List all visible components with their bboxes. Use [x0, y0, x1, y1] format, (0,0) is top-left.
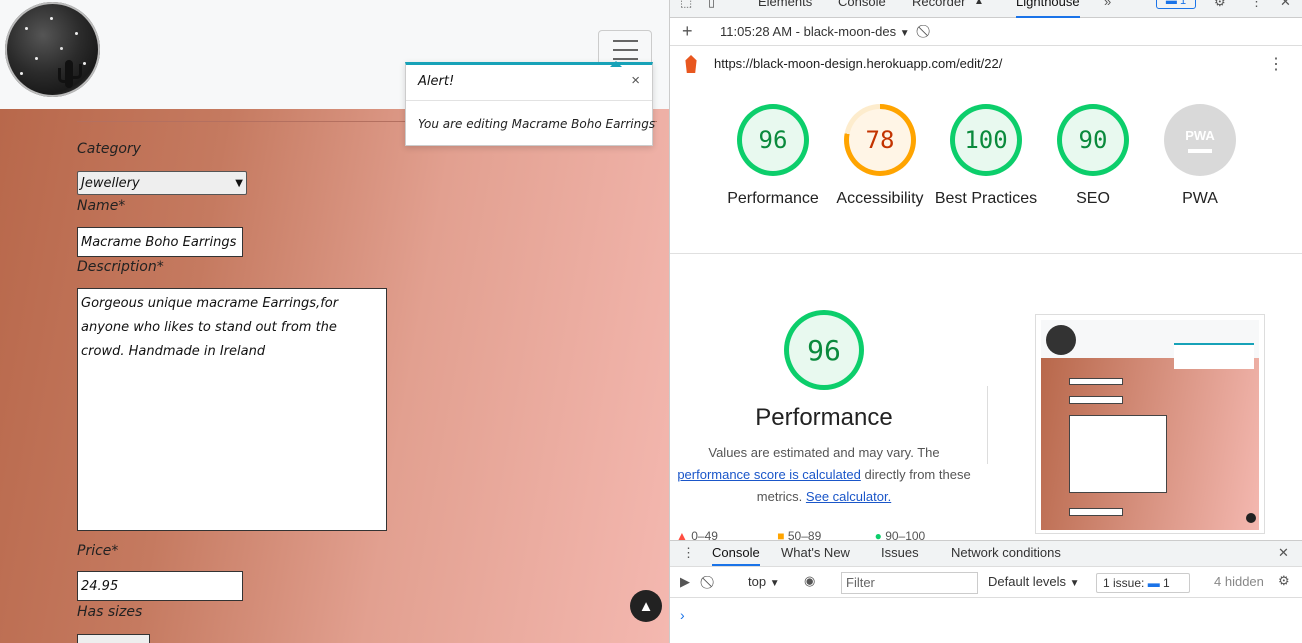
dropdown-arrow-icon: ▼: [899, 28, 910, 39]
scroll-to-top-button[interactable]: ▲: [630, 590, 662, 622]
alert-popover: Alert! × You are editing Macrame Boho Ea…: [405, 61, 656, 146]
more-tabs-icon[interactable]: »: [1104, 0, 1111, 18]
gauge-performance[interactable]: 96 Performance: [718, 104, 828, 210]
issues-badge[interactable]: ▬ 1: [1156, 0, 1196, 9]
devtools-tabbar: ⬚ ▯ Elements Console Recorder ▲ Lighthou…: [670, 0, 1302, 18]
name-label: Name*: [77, 198, 126, 214]
chevron-up-icon: ▲: [638, 597, 654, 615]
drawer-menu-icon[interactable]: ⋮: [682, 545, 695, 561]
category-select[interactable]: Jewellery ▼: [77, 171, 247, 195]
console-toolbar: ▶ ⃠ top ▼ ◉ Filter Default levels ▼ 1 is…: [670, 568, 1302, 598]
more-options-icon[interactable]: ⋮: [1250, 0, 1263, 18]
close-drawer-icon[interactable]: ✕: [1278, 545, 1289, 561]
price-label: Price*: [77, 543, 119, 559]
has-sizes-label: Has sizes: [77, 604, 143, 620]
plus-icon[interactable]: +: [682, 21, 693, 42]
tab-lighthouse[interactable]: Lighthouse: [1016, 0, 1080, 18]
name-input[interactable]: Macrame Boho Earrings: [77, 227, 243, 257]
tab-elements[interactable]: Elements: [758, 0, 812, 18]
score-gauges: 96 Performance 78 Accessibility 100 Best…: [670, 82, 1302, 254]
price-input[interactable]: 24.95: [77, 571, 243, 601]
gauge-seo[interactable]: 90 SEO: [1038, 104, 1148, 210]
edit-product-form: Category Jewellery ▼ Name* Macrame Boho …: [0, 109, 669, 643]
performance-title: Performance: [755, 404, 893, 431]
device-toolbar-icon[interactable]: ▯: [708, 0, 715, 18]
hamburger-icon: [613, 40, 638, 42]
audited-url-bar: https://black-moon-design.herokuapp.com/…: [670, 46, 1302, 82]
close-icon[interactable]: ✕: [1280, 0, 1291, 18]
gauge-accessibility[interactable]: 78 Accessibility: [825, 104, 935, 210]
sidebar-toggle-icon[interactable]: ▶: [680, 574, 690, 590]
gear-icon[interactable]: ⚙: [1214, 0, 1226, 18]
score-calculated-link[interactable]: performance score is calculated: [677, 467, 861, 482]
gauge-best-practices[interactable]: 100 Best Practices: [931, 104, 1041, 210]
drawer-tabbar: ⋮ Console What's New Issues Network cond…: [670, 541, 1302, 567]
console-settings-icon[interactable]: ⚙: [1278, 573, 1290, 589]
report-menu-icon[interactable]: ⋮: [1268, 54, 1284, 74]
inspect-element-icon[interactable]: ⬚: [680, 0, 692, 18]
drawer-tab-whats-new[interactable]: What's New: [781, 545, 850, 560]
site-logo[interactable]: [5, 2, 100, 97]
flask-icon: ▲: [974, 0, 984, 7]
chevron-down-icon: ▼: [235, 177, 243, 189]
drawer-tab-issues[interactable]: Issues: [881, 545, 919, 560]
see-calculator-link[interactable]: See calculator.: [806, 489, 891, 504]
lighthouse-toolbar: + 11:05:28 AM - black-moon-des ▼ ⃠: [670, 18, 1302, 46]
description-label: Description*: [77, 259, 164, 275]
console-drawer: ⋮ Console What's New Issues Network cond…: [670, 540, 1302, 643]
context-selector[interactable]: top ▼: [748, 574, 780, 589]
console-prompt[interactable]: ›: [680, 607, 685, 623]
cactus-icon: [58, 60, 82, 88]
alert-title: Alert!: [418, 74, 455, 89]
performance-gauge-large: 96: [784, 310, 864, 390]
log-levels-dropdown[interactable]: Default levels ▼: [988, 574, 1080, 589]
message-icon: ▬: [1147, 576, 1160, 590]
report-selector[interactable]: 11:05:28 AM - black-moon-des ▼: [720, 24, 910, 39]
performance-section: 96 Performance Values are estimated and …: [670, 254, 1302, 543]
alert-message: You are editing Macrame Boho Earrings: [418, 117, 656, 131]
audited-url: https://black-moon-design.herokuapp.com/…: [714, 56, 1003, 71]
website-viewport: Category Jewellery ▼ Name* Macrame Boho …: [0, 0, 669, 643]
has-sizes-select[interactable]: [77, 634, 150, 643]
lighthouse-icon: [685, 55, 697, 73]
dropdown-arrow-icon: ▼: [769, 578, 780, 589]
alert-close-button[interactable]: ×: [631, 72, 640, 89]
tab-console[interactable]: Console: [838, 0, 886, 18]
gauge-pwa[interactable]: PWA PWA: [1145, 104, 1255, 210]
drawer-tab-network-conditions[interactable]: Network conditions: [951, 545, 1061, 560]
issues-button[interactable]: 1 issue: ▬ 1: [1096, 573, 1190, 593]
final-screenshot-thumbnail[interactable]: [1035, 314, 1265, 534]
description-textarea[interactable]: Gorgeous unique macrame Earrings,for any…: [77, 288, 387, 531]
drawer-tab-console[interactable]: Console: [712, 545, 760, 566]
tab-recorder[interactable]: Recorder: [912, 0, 965, 18]
pwa-badge-icon: PWA: [1169, 109, 1231, 171]
hidden-count: 4 hidden: [1214, 574, 1264, 589]
console-filter-input[interactable]: Filter: [841, 572, 978, 594]
eye-icon[interactable]: ◉: [804, 573, 815, 589]
category-label: Category: [77, 141, 141, 157]
devtools-panel: ⬚ ▯ Elements Console Recorder ▲ Lighthou…: [669, 0, 1302, 643]
performance-note: Values are estimated and may vary. The p…: [677, 445, 971, 504]
